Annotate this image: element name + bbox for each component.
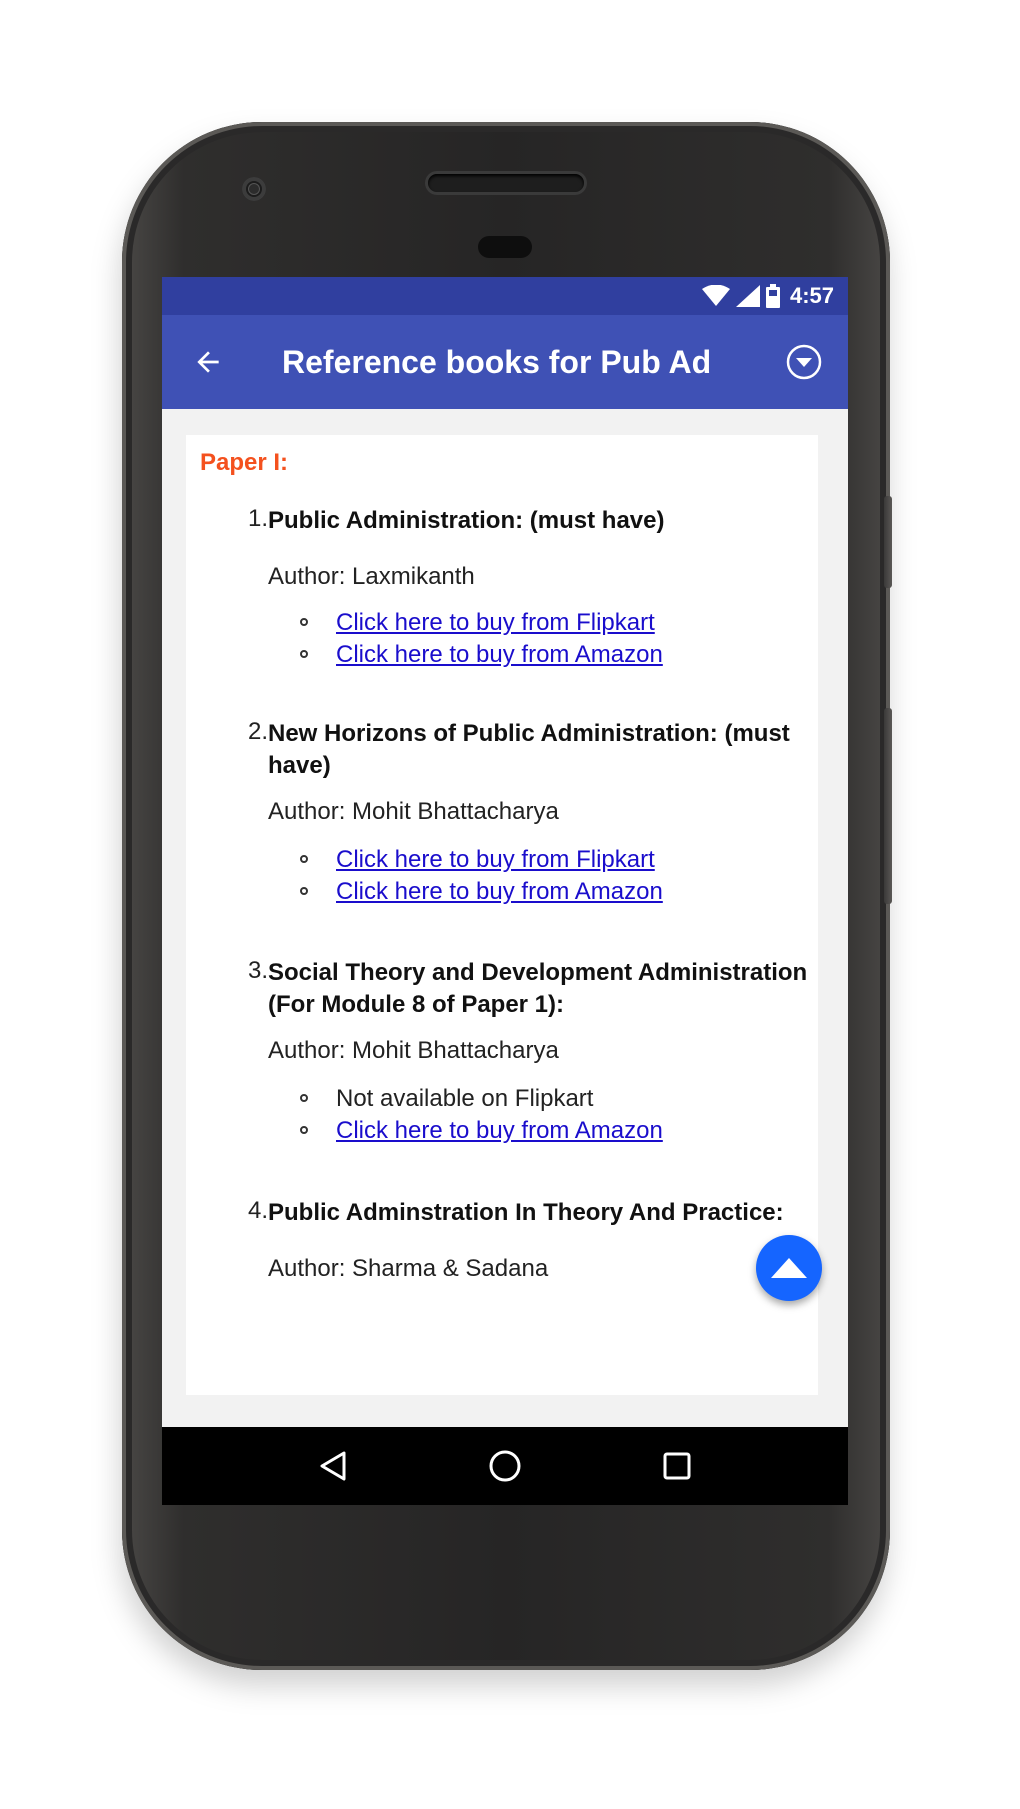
proximity-sensor bbox=[478, 236, 532, 258]
stage: 4:57 Reference books for Pub Ad Paper I: bbox=[0, 0, 1020, 1809]
list-item: Click here to buy from Amazon bbox=[300, 1115, 663, 1147]
arrow-back-icon bbox=[197, 351, 219, 373]
content-card: Paper I: 1. Public Administration: (must… bbox=[186, 435, 818, 1395]
triangle-back-icon bbox=[320, 1451, 346, 1481]
content-area[interactable]: Paper I: 1. Public Administration: (must… bbox=[162, 409, 848, 1427]
front-camera bbox=[242, 177, 266, 201]
section-title: Paper I: bbox=[200, 449, 289, 476]
volume-button bbox=[884, 708, 892, 904]
amazon-link[interactable]: Click here to buy from Amazon bbox=[336, 878, 663, 905]
battery-icon bbox=[765, 284, 780, 308]
nav-back-button[interactable] bbox=[308, 1441, 358, 1491]
book-title: Public Adminstration In Theory And Pract… bbox=[268, 1199, 784, 1226]
power-button bbox=[884, 496, 892, 588]
back-button[interactable] bbox=[180, 334, 236, 390]
system-nav-bar bbox=[162, 1427, 848, 1505]
amazon-link[interactable]: Click here to buy from Amazon bbox=[336, 1117, 663, 1144]
app-bar: Reference books for Pub Ad bbox=[162, 315, 848, 409]
wifi-icon bbox=[701, 285, 730, 306]
chevron-down-circle-icon bbox=[786, 344, 822, 380]
scroll-to-top-icon bbox=[771, 1258, 807, 1278]
square-recents-icon bbox=[663, 1452, 691, 1480]
flipkart-link[interactable]: Click here to buy from Flipkart bbox=[336, 846, 655, 873]
buy-links: Click here to buy from Flipkart Click he… bbox=[300, 607, 663, 671]
list-item: Not available on Flipkart bbox=[300, 1083, 663, 1115]
status-bar: 4:57 bbox=[162, 277, 848, 315]
list-item: Click here to buy from Flipkart bbox=[300, 607, 663, 639]
list-item: Click here to buy from Amazon bbox=[300, 876, 663, 908]
list-item: Click here to buy from Amazon bbox=[300, 639, 663, 671]
flipkart-link[interactable]: Click here to buy from Flipkart bbox=[336, 609, 655, 636]
amazon-link[interactable]: Click here to buy from Amazon bbox=[336, 641, 663, 668]
flipkart-unavailable-text: Not available on Flipkart bbox=[336, 1085, 594, 1112]
earpiece-speaker bbox=[428, 174, 584, 192]
buy-links: Click here to buy from Flipkart Click he… bbox=[300, 844, 663, 908]
book-author: Author: Laxmikanth bbox=[268, 563, 475, 590]
book-author: Author: Sharma & Sadana bbox=[268, 1255, 549, 1282]
status-time: 4:57 bbox=[789, 283, 834, 308]
signal-icon bbox=[735, 285, 760, 307]
book-author: Author: Mohit Bhattacharya bbox=[268, 798, 559, 825]
book-title: Social Theory and Development Administra… bbox=[268, 959, 808, 1018]
book-number: 3. bbox=[247, 957, 268, 984]
book-number: 1. bbox=[247, 505, 268, 532]
status-icons: 4:57 bbox=[701, 282, 834, 310]
book-title: Public Administration: (must have) bbox=[268, 507, 665, 534]
nav-home-button[interactable] bbox=[480, 1441, 530, 1491]
screen: 4:57 Reference books for Pub Ad Paper I: bbox=[162, 277, 848, 1505]
book-number: 4. bbox=[247, 1197, 268, 1224]
book-author: Author: Mohit Bhattacharya bbox=[268, 1037, 559, 1064]
circle-home-icon bbox=[489, 1450, 521, 1482]
dropdown-menu-button[interactable] bbox=[778, 336, 830, 388]
book-number: 2. bbox=[247, 718, 268, 745]
book-title: New Horizons of Public Administration: (… bbox=[268, 720, 790, 779]
page-title: Reference books for Pub Ad bbox=[282, 344, 712, 380]
scroll-to-top-button[interactable] bbox=[756, 1235, 822, 1301]
list-item: Click here to buy from Flipkart bbox=[300, 844, 663, 876]
buy-links: Not available on Flipkart Click here to … bbox=[300, 1083, 663, 1147]
nav-recents-button[interactable] bbox=[652, 1441, 702, 1491]
